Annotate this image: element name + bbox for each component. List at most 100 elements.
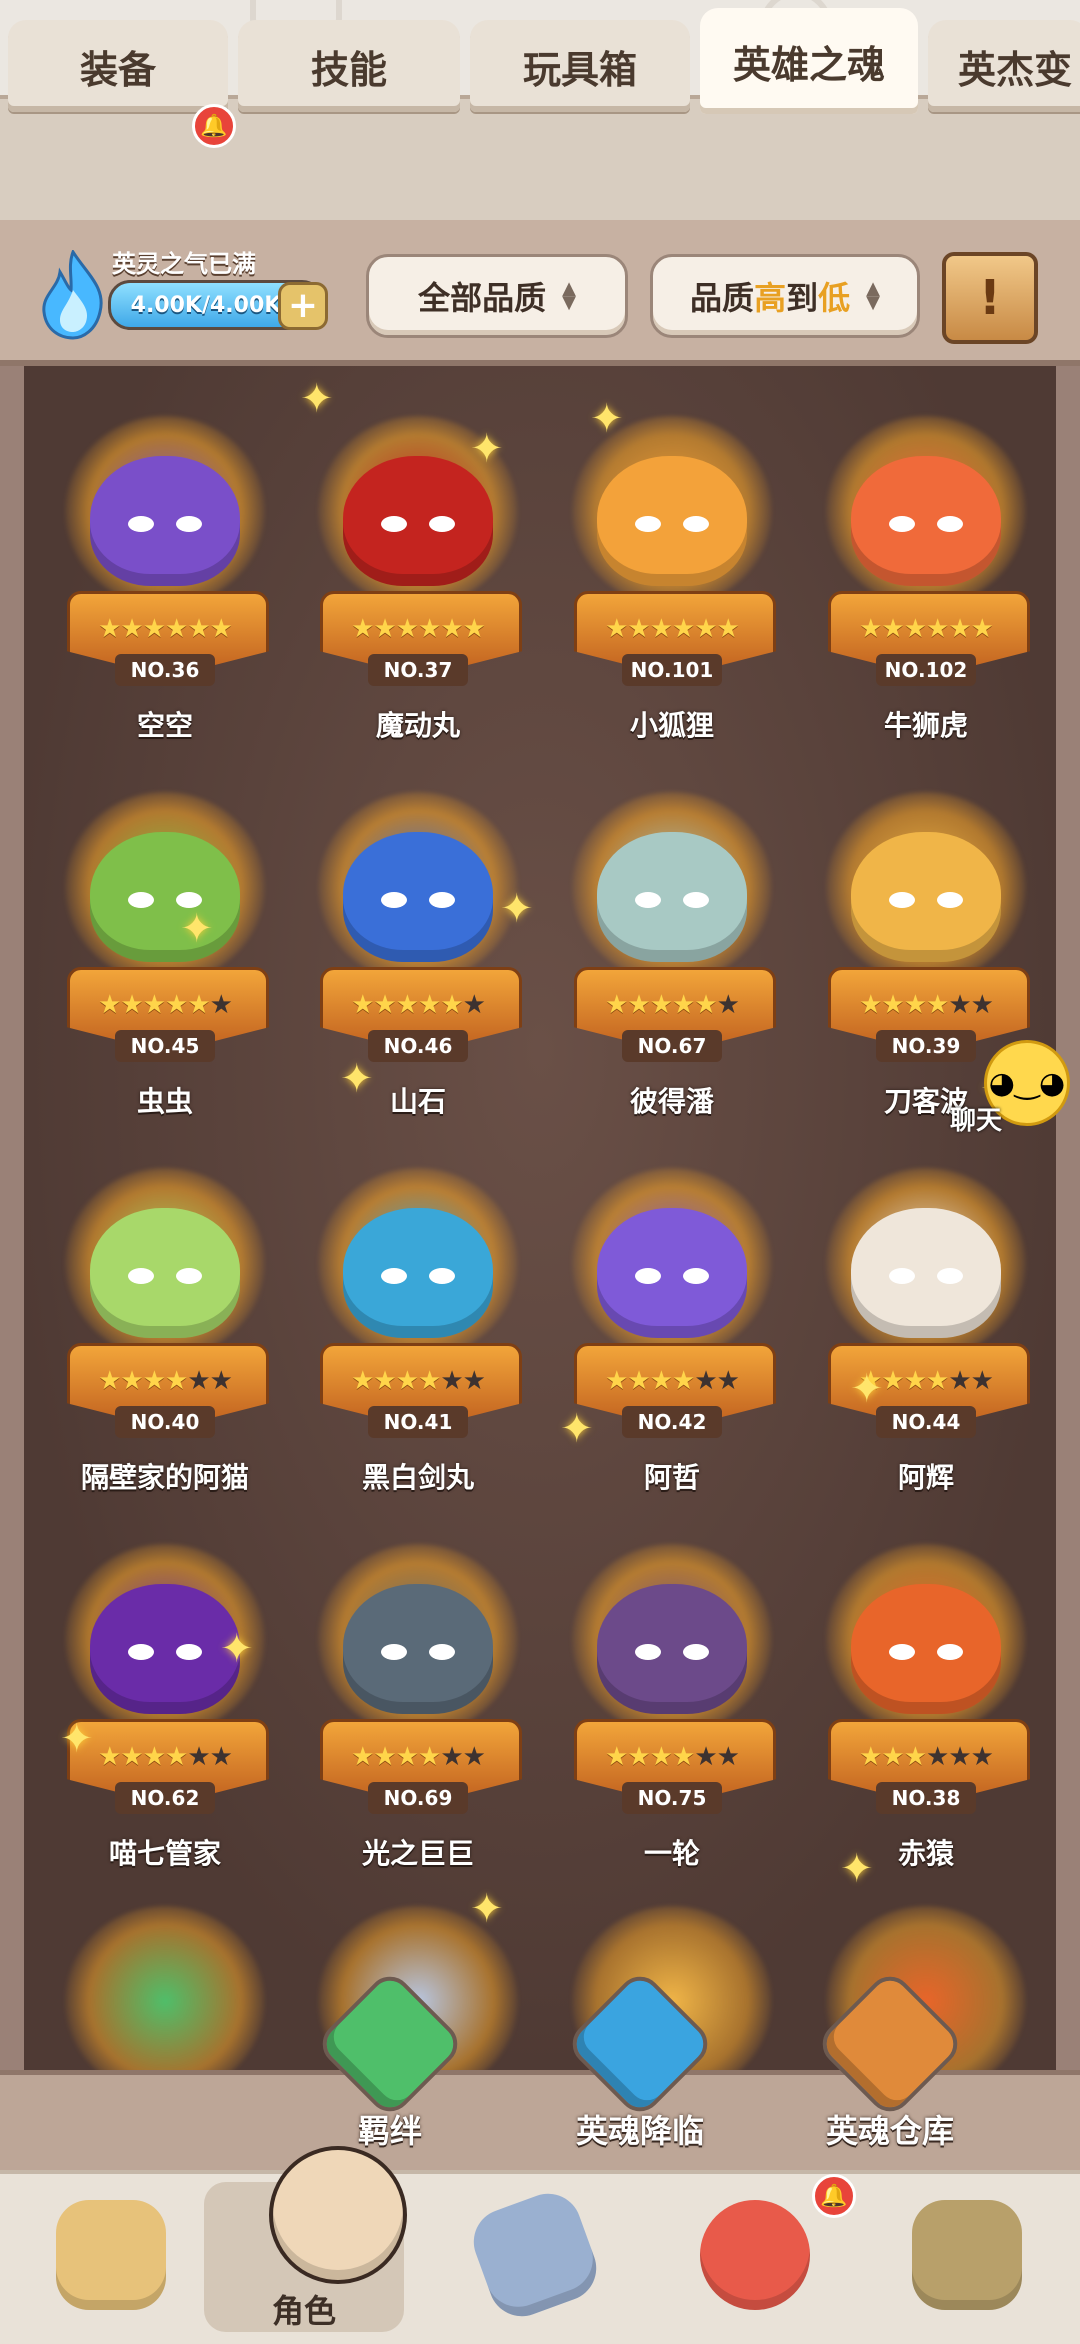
sort-order-dropdown[interactable]: 品质高到低 ▲ ▼ (650, 254, 920, 338)
star-filled-icon: ★ (98, 1366, 121, 1396)
star-filled-icon: ★ (672, 990, 695, 1020)
star-filled-icon: ★ (418, 990, 441, 1020)
nav-character[interactable]: 角色 (204, 2146, 407, 2332)
hero-card[interactable]: ★★★★★★ NO.67 彼得潘 (552, 762, 792, 1132)
nav-pets[interactable]: 🔔 (650, 2174, 856, 2332)
hero-eye (937, 1268, 963, 1284)
sort-order-label: 品质高到低 (690, 273, 850, 319)
hero-card[interactable]: ★★★★★★ NO.45 虫虫 (45, 762, 285, 1132)
bond-button[interactable]: 羁绊 (290, 1967, 490, 2160)
star-empty-icon: ★ (970, 1742, 994, 1772)
star-filled-icon: ★ (605, 990, 628, 1020)
tab-hero-transform[interactable]: 英杰变 (928, 20, 1080, 112)
sort-to: 到 (786, 279, 819, 317)
hero-name: 阿辉 (897, 1461, 954, 1494)
hero-card[interactable]: ★★★★★★ NO.41 黑白剑丸 (298, 1138, 538, 1508)
add-soul-button[interactable]: + (278, 282, 328, 330)
hero-name: 光之巨巨 (361, 1837, 474, 1870)
sparkle-icon: ✦ (60, 1716, 94, 1762)
soul-summon-button[interactable]: 英魂降临 (540, 1967, 740, 2160)
orange-gem-icon (813, 1967, 967, 2121)
hero-eye (381, 1268, 407, 1284)
hero-number: NO.44 (876, 1406, 976, 1438)
hero-card[interactable]: ★★★★★★ NO.75 一轮 (552, 1514, 792, 1884)
star-filled-icon: ★ (395, 990, 419, 1020)
sort-low: 低 (818, 279, 851, 317)
hero-card[interactable]: ★★★★★★ NO.40 隔壁家的阿猫 (45, 1138, 285, 1508)
star-filled-icon: ★ (373, 990, 396, 1020)
hero-star-rating: ★★★★★★ (552, 990, 792, 1020)
hero-card[interactable]: ★★★★★★ NO.38 赤猿 (806, 1514, 1046, 1884)
hero-card[interactable]: ★★★★★★ NO.36 空空 (45, 386, 285, 756)
tab-bar (0, 95, 1080, 224)
hero-card[interactable]: ★★★★★★ NO.46 山石 (298, 762, 538, 1132)
green-gem-icon (313, 1967, 467, 2121)
hero-card[interactable]: ★★★★★★ NO.62 喵七管家 (45, 1514, 285, 1884)
hero-card[interactable]: ★★★★★★ NO.69 光之巨巨 (298, 1514, 538, 1884)
hero-name: 阿哲 (643, 1461, 700, 1494)
sparkle-icon: ✦ (590, 396, 624, 442)
hero-eye (176, 1268, 202, 1284)
hero-eye (635, 516, 661, 532)
quality-filter-dropdown[interactable]: 全部品质 ▲ ▼ (366, 254, 628, 338)
star-filled-icon: ★ (165, 614, 188, 644)
hero-name: 一轮 (643, 1837, 700, 1870)
star-filled-icon: ★ (605, 1366, 628, 1396)
star-filled-icon: ★ (395, 1742, 419, 1772)
sparkle-icon: ✦ (470, 426, 504, 472)
hero-portrait (851, 832, 1001, 962)
tab-hero-soul[interactable]: 英雄之魂 (700, 8, 918, 114)
hero-star-rating: ★★★★★★ (45, 990, 285, 1020)
star-filled-icon: ★ (605, 614, 628, 644)
tab-skills[interactable]: 技能 (238, 20, 460, 112)
star-filled-icon: ★ (98, 614, 121, 644)
blue-flame-icon (42, 250, 103, 340)
hero-number: NO.102 (876, 654, 976, 686)
star-filled-icon: ★ (120, 1366, 143, 1396)
hero-eye (937, 892, 963, 908)
nav-goblin[interactable] (862, 2182, 1062, 2332)
tab-equipment[interactable]: 装备 (8, 20, 228, 112)
hero-portrait (343, 832, 493, 962)
soul-storage-button[interactable]: 英魂仓库 (790, 1967, 990, 2160)
star-filled-icon: ★ (165, 1742, 188, 1772)
hero-name: 赤猿 (897, 1837, 954, 1870)
hero-eye (429, 516, 455, 532)
notification-bell-icon: 🔔 (812, 2174, 856, 2218)
sparkle-icon: ✦ (300, 376, 334, 422)
star-filled-icon: ★ (903, 990, 927, 1020)
star-filled-icon: ★ (462, 614, 486, 644)
soul-summon-label: 英魂降临 (575, 2112, 704, 2150)
chat-label[interactable]: 聊天 (950, 1100, 1002, 1137)
hero-card[interactable]: ★★★★★★ NO.102 牛狮虎 (806, 386, 1046, 756)
hero-portrait (90, 1208, 240, 1338)
star-empty-icon: ★ (948, 990, 971, 1020)
hero-star-rating: ★★★★★★ (298, 1742, 538, 1772)
star-filled-icon: ★ (605, 1742, 628, 1772)
nav-equipment[interactable] (430, 2182, 630, 2332)
hero-card[interactable]: ★★★★★★ NO.101 小狐狸 (552, 386, 792, 756)
star-empty-icon: ★ (209, 1742, 233, 1772)
star-filled-icon: ★ (881, 1742, 904, 1772)
star-filled-icon: ★ (440, 990, 463, 1020)
star-filled-icon: ★ (649, 1366, 673, 1396)
hero-star-rating: ★★★★★★ (298, 990, 538, 1020)
hero-eye (381, 1644, 407, 1660)
hero-star-rating: ★★★★★★ (806, 614, 1046, 644)
hero-card[interactable]: ★★★★★★ NO.42 阿哲 (552, 1138, 792, 1508)
hero-card[interactable]: ★★★★★★ NO.44 阿辉 (806, 1138, 1046, 1508)
nav-heroes[interactable] (6, 2182, 206, 2332)
hero-name: 虫虫 (136, 1085, 193, 1118)
tab-toybox[interactable]: 玩具箱 (470, 20, 690, 112)
hero-eye (683, 1644, 709, 1660)
star-filled-icon: ★ (98, 1742, 121, 1772)
info-scroll-button[interactable]: ! (942, 252, 1038, 344)
hero-portrait (851, 1584, 1001, 1714)
sparkle-icon: ✦ (500, 886, 534, 932)
star-filled-icon: ★ (418, 1366, 441, 1396)
star-filled-icon: ★ (859, 990, 882, 1020)
star-filled-icon: ★ (926, 1366, 949, 1396)
star-filled-icon: ★ (903, 1366, 927, 1396)
star-empty-icon: ★ (926, 1742, 949, 1772)
star-empty-icon: ★ (462, 1742, 486, 1772)
